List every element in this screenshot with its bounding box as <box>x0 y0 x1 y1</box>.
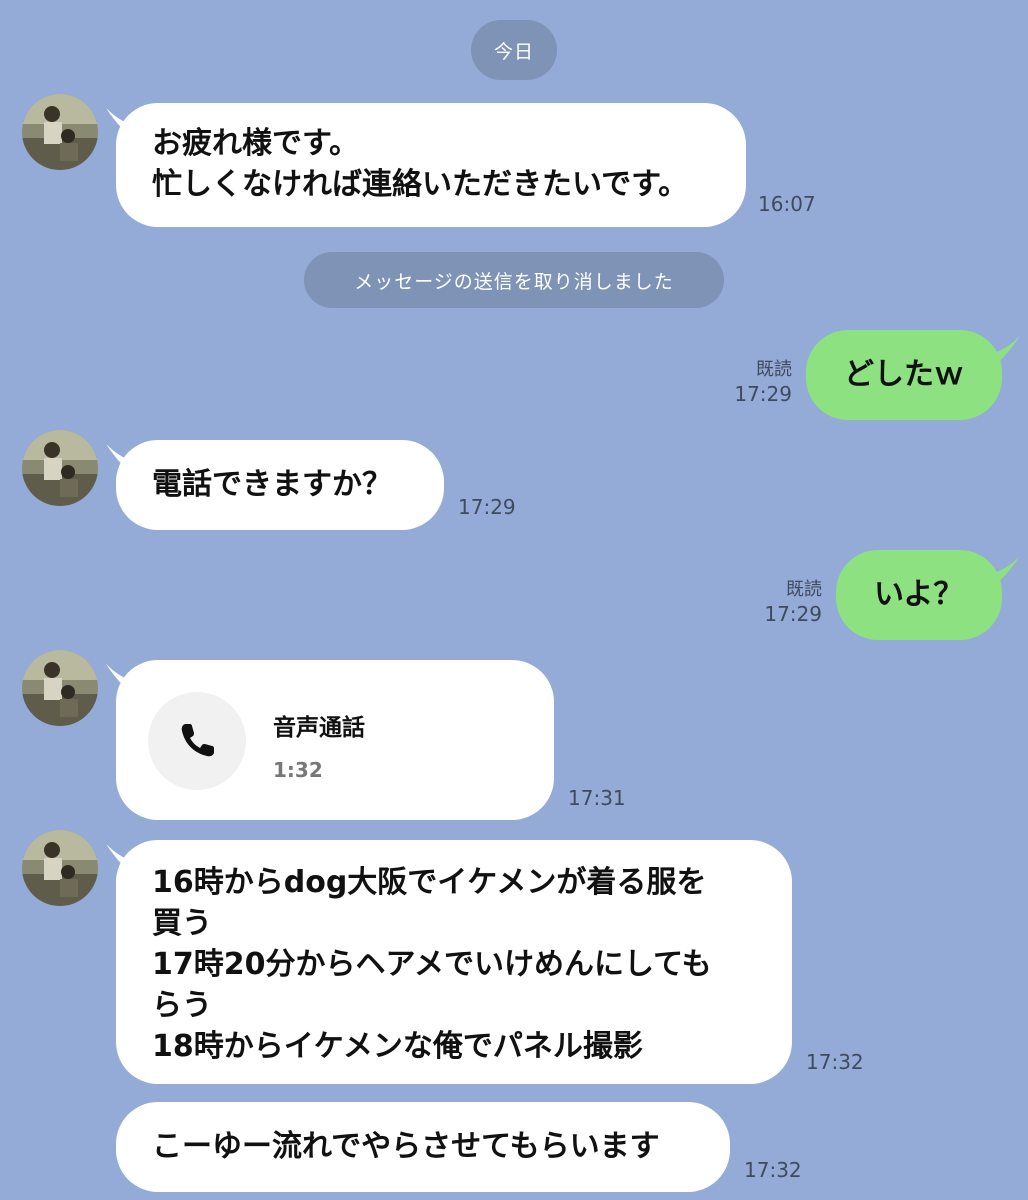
date-separator-label: 今日 <box>493 40 534 63</box>
message-time: 17:29 <box>734 382 792 406</box>
message-time: 17:32 <box>744 1158 802 1182</box>
call-duration: 1:32 <box>273 758 323 782</box>
message-time: 16:07 <box>758 192 816 216</box>
message-text: 電話できますか？ <box>152 467 392 502</box>
phone-icon <box>181 724 214 757</box>
message-text: 16時からdog大阪でイケメンが着る服を 買う 17時20分からヘアメでいけめん… <box>152 865 712 1064</box>
avatar[interactable] <box>22 650 98 726</box>
message-bubble[interactable]: 16時からdog大阪でイケメンが着る服を 買う 17時20分からヘアメでいけめん… <box>116 840 792 1084</box>
call-icon-circle <box>148 692 246 790</box>
message-bubble[interactable]: いよ？ <box>836 550 1002 640</box>
read-receipt: 既読 <box>756 359 792 380</box>
read-receipt: 既読 <box>786 579 822 600</box>
message-time: 17:32 <box>806 1050 864 1074</box>
voice-call-bubble[interactable]: 音声通話 1:32 <box>116 660 554 820</box>
message-text: お疲れ様です。 忙しくなければ連絡いただきたいです。 <box>152 126 689 202</box>
message-time: 17:29 <box>458 495 516 519</box>
message-meta: 既読 17:29 <box>730 578 822 626</box>
message-bubble[interactable]: 電話できますか？ <box>116 440 444 530</box>
message-text: いよ？ <box>874 577 964 612</box>
message-bubble[interactable]: こーゆー流れでやらさせてもらいます <box>116 1102 730 1192</box>
message-bubble[interactable]: お疲れ様です。 忙しくなければ連絡いただきたいです。 <box>116 103 746 227</box>
avatar[interactable] <box>22 430 98 506</box>
avatar[interactable] <box>22 830 98 906</box>
message-text: こーゆー流れでやらさせてもらいます <box>152 1129 660 1164</box>
message-time: 17:31 <box>568 786 626 810</box>
call-title: 音声通話 <box>273 715 365 741</box>
avatar[interactable] <box>22 94 98 170</box>
message-text: どしたｗ <box>844 357 964 392</box>
message-time: 17:29 <box>764 602 822 626</box>
system-notice-text: メッセージの送信を取り消しました <box>354 270 674 293</box>
message-bubble[interactable]: どしたｗ <box>806 330 1002 420</box>
system-notice: メッセージの送信を取り消しました <box>304 252 724 308</box>
message-meta: 既読 17:29 <box>700 358 792 406</box>
chat-room: 今日 お疲れ様です。 忙しくなければ連絡いただきたいです。 16:07 メッセー… <box>0 0 1028 1200</box>
bubble-tail <box>988 336 1020 370</box>
date-separator: 今日 <box>471 20 557 80</box>
bubble-tail <box>988 556 1020 590</box>
